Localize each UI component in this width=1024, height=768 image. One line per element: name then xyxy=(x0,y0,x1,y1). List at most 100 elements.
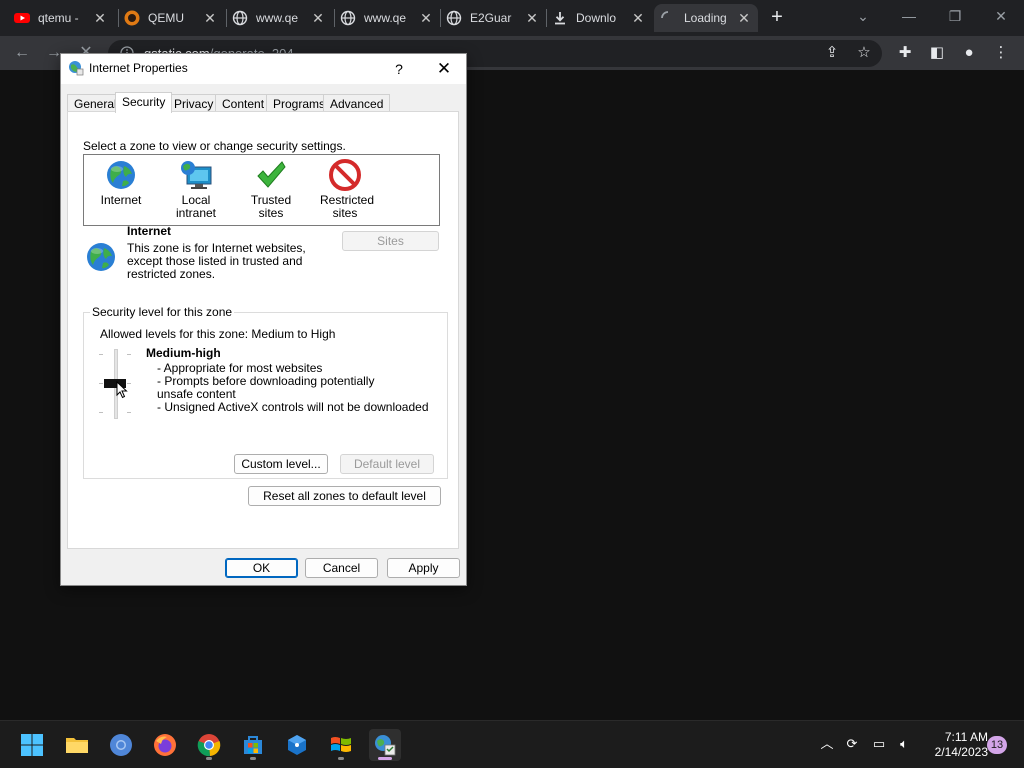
internet-options-icon xyxy=(375,735,396,756)
tab-label: E2Guar xyxy=(470,11,512,25)
zone-local-intranet[interactable]: Local intranet xyxy=(160,159,232,220)
zone-label: Internet xyxy=(100,193,142,207)
browser-tab-qtemu[interactable]: qtemu - ✕ xyxy=(14,4,114,32)
allowed-levels-label: Allowed levels for this zone: Medium to … xyxy=(100,327,336,341)
tab-label: www.qe xyxy=(256,11,298,25)
security-level-group: Security level for this zone Allowed lev… xyxy=(83,305,448,479)
close-icon[interactable]: ✕ xyxy=(418,10,434,26)
internet-options-icon xyxy=(69,61,84,76)
tab-security[interactable]: Security xyxy=(115,92,173,113)
close-icon[interactable]: ✕ xyxy=(310,10,326,26)
zone-label: Restricted sites xyxy=(320,193,375,220)
clock-date: 2/14/2023 xyxy=(934,745,988,759)
taskbar-internet-options[interactable] xyxy=(369,729,401,761)
browser-tab-qemu[interactable]: QEMU ✕ xyxy=(124,4,224,32)
close-icon[interactable]: ✕ xyxy=(92,10,108,26)
running-indicator xyxy=(206,757,212,760)
share-icon[interactable]: ⇪ xyxy=(822,43,842,63)
zone-list: Internet Local intranet Trusted sites Re… xyxy=(83,154,440,226)
tab-content[interactable]: Content xyxy=(215,94,272,112)
chromium-icon xyxy=(110,734,132,756)
volume-speaker-icon[interactable]: 🔈︎ xyxy=(895,735,913,753)
new-tab-button[interactable]: + xyxy=(766,6,788,28)
extensions-puzzle-icon[interactable]: ✚ xyxy=(895,43,915,63)
tab-label: qtemu - xyxy=(38,11,79,25)
sites-button[interactable]: Sites xyxy=(342,231,439,251)
network-monitor-icon[interactable]: ▭ xyxy=(870,735,888,753)
taskbar-clock[interactable]: 7:11 AM 2/14/2023 xyxy=(916,730,988,760)
level-description-line: - Prompts before downloading potentially… xyxy=(157,374,375,401)
default-level-button[interactable]: Default level xyxy=(340,454,434,474)
selected-zone-globe-icon xyxy=(87,243,115,271)
custom-level-button[interactable]: Custom level... xyxy=(234,454,328,474)
taskbar-firefox[interactable] xyxy=(149,729,181,761)
browser-tab-download[interactable]: Downlo ✕ xyxy=(552,4,652,32)
download-icon xyxy=(555,12,565,25)
zone-info-description: This zone is for Internet websites, exce… xyxy=(127,241,306,281)
tab-search-icon[interactable]: ⌄ xyxy=(851,6,875,26)
show-hidden-icons-chevron-icon[interactable]: ︿ xyxy=(818,735,836,753)
browser-tab-loading[interactable]: Loading ✕ xyxy=(654,4,758,32)
taskbar-store[interactable] xyxy=(237,729,269,761)
no-entry-icon xyxy=(329,159,361,191)
minimize-icon[interactable]: — xyxy=(897,6,921,26)
dialog-title: Internet Properties xyxy=(89,61,188,75)
windows-flag-icon xyxy=(331,737,351,752)
tab-label: www.qe xyxy=(364,11,406,25)
close-icon[interactable]: ✕ xyxy=(202,10,218,26)
window-close-icon[interactable]: ✕ xyxy=(989,6,1013,26)
globe-icon xyxy=(232,10,248,26)
taskbar-chrome[interactable] xyxy=(193,729,225,761)
globe-icon xyxy=(107,161,135,189)
active-indicator xyxy=(378,757,392,760)
restore-icon[interactable]: ❐ xyxy=(943,6,967,26)
zone-prompt: Select a zone to view or change security… xyxy=(83,139,346,153)
globe-icon xyxy=(340,10,356,26)
checkmark-icon xyxy=(257,161,286,188)
clock-time: 7:11 AM xyxy=(944,730,988,744)
dialog-close-button[interactable]: ✕ xyxy=(431,58,457,80)
qemu-icon xyxy=(124,10,140,26)
taskbar-windows-legacy[interactable] xyxy=(325,729,357,761)
profile-avatar-icon[interactable]: ● xyxy=(959,43,979,63)
security-tab-panel: Select a zone to view or change security… xyxy=(67,111,459,549)
taskbar-chromium[interactable] xyxy=(105,729,137,761)
back-arrow-icon[interactable]: ← xyxy=(11,42,33,64)
youtube-icon xyxy=(14,13,30,23)
windows-taskbar: ︿ ⟳ ▭ 🔈︎ 7:11 AM 2/14/2023 13 xyxy=(0,720,1024,768)
taskbar-network-app[interactable] xyxy=(281,729,313,761)
windows-logo-icon xyxy=(21,734,43,756)
notification-badge[interactable]: 13 xyxy=(987,736,1007,754)
close-icon[interactable]: ✕ xyxy=(630,10,646,26)
dialog-titlebar[interactable]: Internet Properties ? ✕ xyxy=(61,54,466,84)
apply-button[interactable]: Apply xyxy=(387,558,460,578)
close-icon[interactable]: ✕ xyxy=(736,10,752,26)
side-panel-icon[interactable]: ◧ xyxy=(927,43,947,63)
sync-update-icon[interactable]: ⟳ xyxy=(843,735,861,753)
firefox-icon xyxy=(154,734,176,756)
zone-restricted-sites[interactable]: Restricted sites xyxy=(312,159,378,220)
zone-trusted-sites[interactable]: Trusted sites xyxy=(238,159,304,220)
security-level-title: Medium-high xyxy=(146,346,221,360)
bookmark-star-icon[interactable]: ☆ xyxy=(854,43,874,63)
more-menu-icon[interactable]: ⋮ xyxy=(991,43,1011,63)
reset-all-zones-button[interactable]: Reset all zones to default level xyxy=(248,486,441,506)
zone-internet[interactable]: Internet xyxy=(90,159,152,207)
folder-icon xyxy=(66,738,88,753)
help-button[interactable]: ? xyxy=(387,58,411,80)
start-button[interactable] xyxy=(16,729,48,761)
globe-icon xyxy=(446,10,462,26)
browser-tab-www-qe-1[interactable]: www.qe ✕ xyxy=(232,4,332,32)
cancel-button[interactable]: Cancel xyxy=(305,558,378,578)
taskbar-file-explorer[interactable] xyxy=(61,729,93,761)
tab-advanced[interactable]: Advanced xyxy=(323,94,391,112)
ok-button[interactable]: OK xyxy=(225,558,298,578)
close-icon[interactable]: ✕ xyxy=(524,10,540,26)
running-indicator xyxy=(250,757,256,760)
tab-privacy[interactable]: Privacy xyxy=(167,94,221,112)
monitor-globe-icon xyxy=(181,161,212,189)
browser-tab-e2guardian[interactable]: E2Guar ✕ xyxy=(446,4,546,32)
zone-label: Trusted sites xyxy=(250,193,292,220)
spinner-icon xyxy=(661,11,669,19)
browser-tab-www-qe-2[interactable]: www.qe ✕ xyxy=(340,4,440,32)
